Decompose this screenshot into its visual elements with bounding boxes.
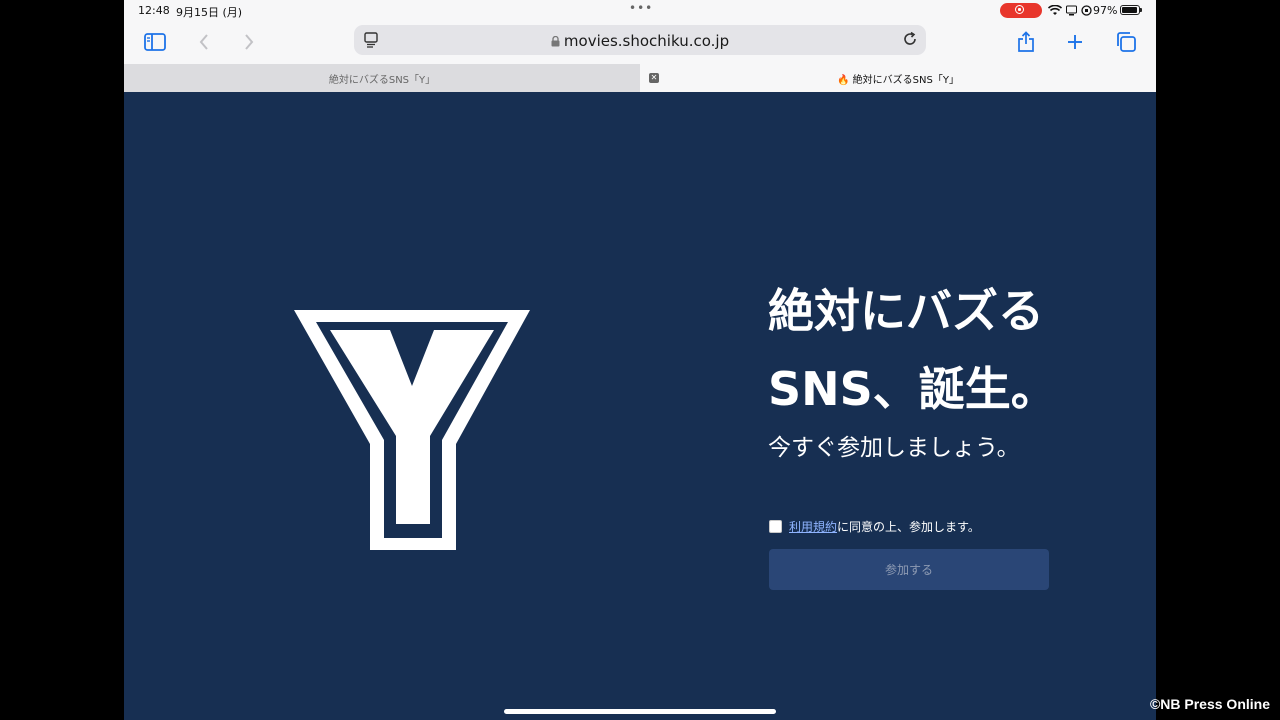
orientation-lock-icon [1081,5,1092,16]
tab-active[interactable]: ✕ 🔥 絶対にバズるSNS「Y」 [640,64,1156,92]
headline: 絶対にバズる SNS、誕生。 [768,272,1057,428]
battery-percent: 97% [1093,4,1118,17]
terms-text: に同意の上、参加します。 [837,520,980,534]
url-text: movies.shochiku.co.jp [563,32,730,50]
screen-mirror-icon [1066,5,1077,16]
home-indicator[interactable] [504,709,776,714]
reload-icon[interactable] [902,31,918,51]
headline-line2: SNS、誕生。 [768,362,1057,416]
address-bar[interactable]: movies.shochiku.co.jp [354,25,926,55]
multitask-dots-icon[interactable]: ••• [629,1,653,15]
lock-icon [551,36,560,47]
y-logo-icon [294,310,530,550]
join-button[interactable]: 参加する [769,549,1049,590]
ipad-screen: 12:48 9月15日 (月) ••• 97% movies.shochiku.… [124,0,1156,720]
headline-line1: 絶対にバズる [768,284,1044,338]
wifi-icon [1048,5,1062,15]
sidebar-icon[interactable] [142,29,168,55]
terms-link[interactable]: 利用規約 [789,518,837,535]
share-icon[interactable] [1013,29,1039,55]
subheading: 今すぐ参加しましょう。 [768,435,1020,461]
status-bar: 12:48 9月15日 (月) ••• 97% [124,0,1156,22]
tab-inactive[interactable]: 絶対にバズるSNS「Y」 [124,64,640,92]
url-display: movies.shochiku.co.jp [354,32,926,50]
tab-bar: 絶対にバズるSNS「Y」 ✕ 🔥 絶対にバズるSNS「Y」 [124,64,1156,92]
web-page: 絶対にバズる SNS、誕生。 今すぐ参加しましょう。 利用規約 に同意の上、参加… [124,92,1156,720]
status-date: 9月15日 (月) [176,6,243,19]
back-icon[interactable] [191,29,217,55]
new-tab-icon[interactable] [1062,29,1088,55]
browser-toolbar: movies.shochiku.co.jp [124,22,1156,64]
forward-icon[interactable] [236,29,262,55]
terms-agreement: 利用規約 に同意の上、参加します。 [769,518,980,535]
terms-checkbox[interactable] [769,520,782,533]
status-icons [1048,3,1092,18]
status-time: 12:48 [138,4,170,17]
tab-overview-icon[interactable] [1113,29,1139,55]
close-tab-icon[interactable]: ✕ [649,73,659,83]
screen-record-icon[interactable] [1000,3,1042,18]
tab-active-label: 🔥 絶対にバズるSNS「Y」 [837,74,959,86]
tab-inactive-label: 絶対にバズるSNS「Y」 [328,74,436,86]
battery-icon [1120,5,1142,15]
watermark: ©NB Press Online [1149,696,1270,712]
